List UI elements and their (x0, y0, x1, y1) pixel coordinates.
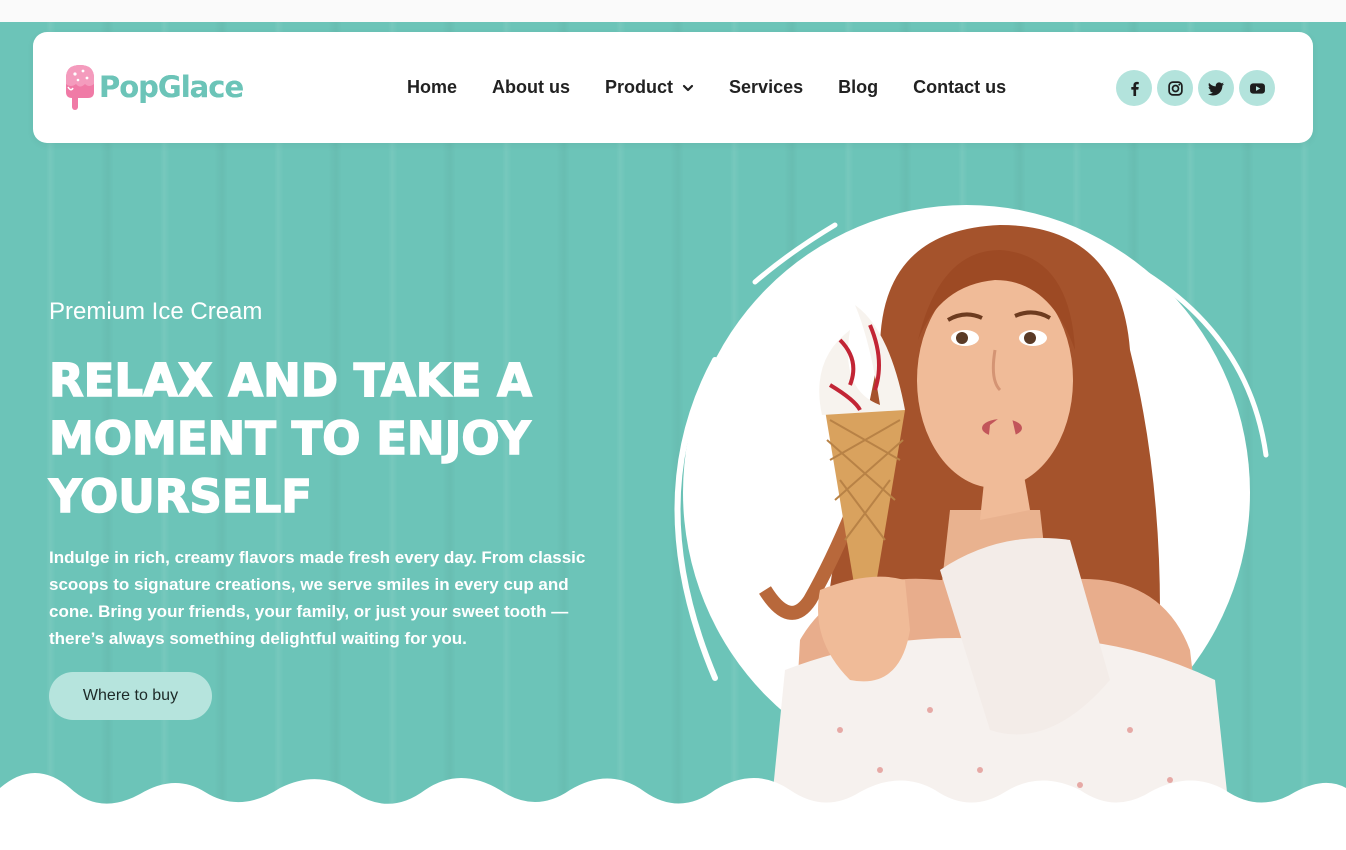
where-to-buy-button[interactable]: Where to buy (49, 672, 212, 720)
bottom-wave-divider (0, 773, 1346, 850)
chevron-down-icon (682, 84, 694, 91)
facebook-icon (1130, 81, 1139, 96)
brand-name: PopGlace (99, 70, 244, 104)
nav-product[interactable]: Product (605, 77, 694, 98)
hero-eyebrow: Premium Ice Cream (49, 298, 263, 325)
brand-logo[interactable]: PopGlace (63, 62, 244, 112)
nav-services[interactable]: Services (729, 77, 803, 98)
twitter-icon (1207, 81, 1224, 96)
nav-product-label: Product (605, 77, 674, 97)
nav-about-us[interactable]: About us (492, 77, 570, 98)
nav-blog[interactable]: Blog (838, 77, 878, 98)
instagram-icon (1167, 80, 1183, 96)
instagram-button[interactable] (1157, 70, 1193, 106)
hero-headline: RELAX AND TAKE A MOMENT TO ENJOY YOURSEL… (48, 353, 532, 524)
site-header: PopGlace Home About us Product Services … (33, 32, 1313, 143)
woman-with-ice-cream-image (759, 225, 1230, 820)
youtube-icon (1249, 82, 1265, 94)
main-nav: Home About us Product Services Blog Cont… (407, 32, 1006, 143)
twitter-button[interactable] (1198, 70, 1234, 106)
nav-home[interactable]: Home (407, 77, 457, 98)
top-strip (0, 0, 1346, 22)
social-links (1116, 70, 1275, 106)
nav-contact-us[interactable]: Contact us (913, 77, 1006, 98)
youtube-button[interactable] (1239, 70, 1275, 106)
popsicle-logo-icon (66, 65, 94, 110)
hero-description: Indulge in rich, creamy flavors made fre… (49, 548, 586, 648)
facebook-button[interactable] (1116, 70, 1152, 106)
